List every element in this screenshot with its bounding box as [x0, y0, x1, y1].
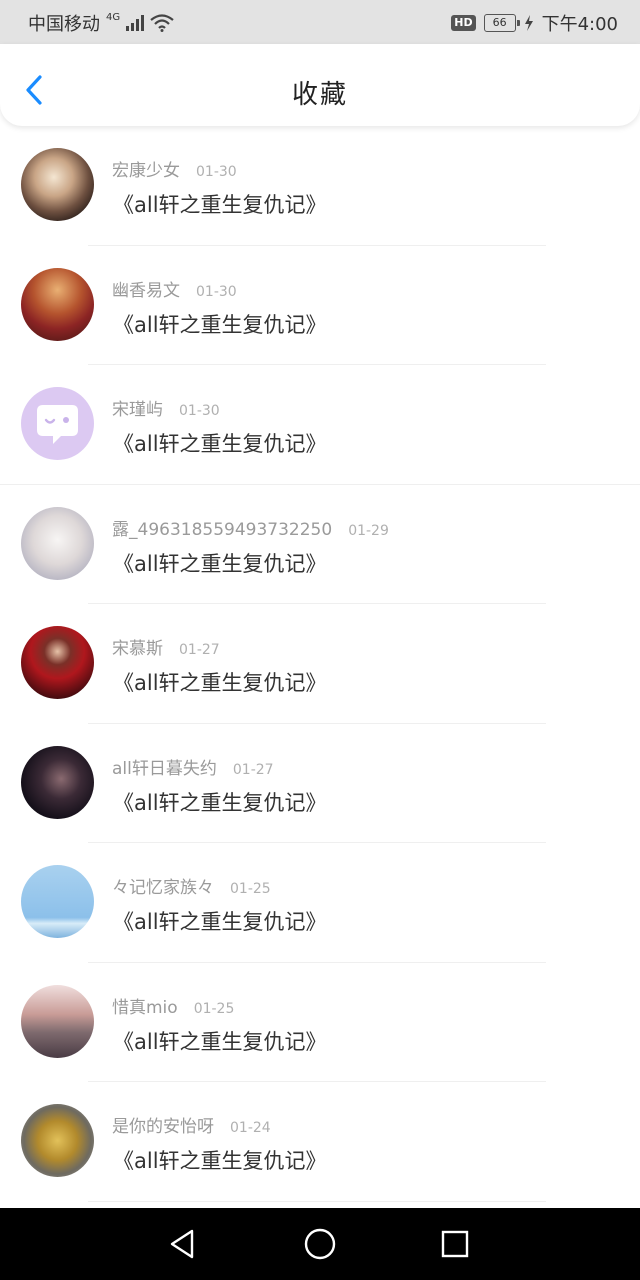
- avatar[interactable]: [21, 387, 94, 460]
- date-label: 01-27: [232, 761, 274, 778]
- book-title-link[interactable]: 《all轩之重生复仇记》: [113, 309, 327, 339]
- chat-bubble-icon: [37, 405, 78, 444]
- book-title-link[interactable]: 《all轩之重生复仇记》: [113, 787, 327, 817]
- avatar[interactable]: [21, 745, 94, 819]
- header: 收藏: [0, 44, 640, 126]
- list-item[interactable]: 宋瑾屿 01-30 《all轩之重生复仇记》: [0, 365, 640, 485]
- book-title-link[interactable]: 《all轩之重生复仇记》: [113, 1145, 327, 1175]
- username[interactable]: 宏康少女: [112, 161, 180, 181]
- username[interactable]: 露_496318559493732250: [112, 520, 332, 540]
- list-item[interactable]: 宋慕斯 01-27 《all轩之重生复仇记》: [0, 604, 640, 724]
- username[interactable]: 幽香易文: [112, 281, 180, 301]
- hd-badge: HD: [451, 15, 476, 31]
- favorites-list: 宏康少女 01-30 《all轩之重生复仇记》 幽香易文 01-30 《all轩之重…: [0, 126, 640, 1202]
- list-item[interactable]: 是你的安怡呀 01-24 《all轩之重生复仇记》: [0, 1082, 640, 1202]
- avatar[interactable]: [21, 626, 94, 699]
- home-circle-icon[interactable]: [302, 1226, 338, 1262]
- date-label: 01-30: [196, 283, 237, 300]
- avatar[interactable]: [21, 1104, 94, 1177]
- username[interactable]: 宋瑾屿: [112, 400, 163, 420]
- signal-icon: [126, 15, 145, 31]
- book-title-link[interactable]: 《all轩之重生复仇记》: [113, 906, 327, 936]
- date-label: 01-25: [230, 881, 271, 897]
- charging-icon: [524, 15, 533, 31]
- date-label: 01-27: [179, 642, 220, 658]
- clock: 下午4:00: [541, 14, 618, 35]
- date-label: 01-24: [230, 1120, 271, 1136]
- carrier-label: 中国移动: [28, 14, 100, 35]
- date-label: 01-29: [348, 522, 389, 539]
- system-nav-bar: [0, 1208, 640, 1280]
- book-title-link[interactable]: 《all轩之重生复仇记》: [113, 548, 327, 578]
- book-title-link[interactable]: 《all轩之重生复仇记》: [113, 428, 327, 458]
- username[interactable]: all轩日暮失约: [112, 759, 217, 779]
- list-item[interactable]: 幽香易文 01-30 《all轩之重生复仇记》: [0, 246, 640, 365]
- avatar[interactable]: [21, 865, 94, 938]
- list-item[interactable]: 々记忆家族々 01-25 《all轩之重生复仇记》: [0, 843, 640, 963]
- recent-apps-icon[interactable]: [437, 1226, 473, 1262]
- wifi-icon: [150, 14, 174, 32]
- list-item[interactable]: 露_496318559493732250 01-29 《all轩之重生复仇记》: [0, 485, 640, 604]
- page-title: 收藏: [291, 80, 348, 110]
- book-title-link[interactable]: 《all轩之重生复仇记》: [113, 1026, 327, 1056]
- list-item[interactable]: 宏康少女 01-30 《all轩之重生复仇记》: [0, 126, 640, 246]
- status-bar: 中国移动 4G HD 66 下午4:00: [0, 0, 640, 44]
- list-item[interactable]: 惜真mio 01-25 《all轩之重生复仇记》: [0, 963, 640, 1082]
- username[interactable]: 々记忆家族々: [112, 878, 214, 898]
- date-label: 01-30: [196, 164, 237, 180]
- avatar[interactable]: [21, 984, 94, 1058]
- battery-icon: 66: [483, 14, 520, 32]
- date-label: 01-30: [179, 403, 220, 419]
- book-title-link[interactable]: 《all轩之重生复仇记》: [113, 667, 327, 697]
- username[interactable]: 是你的安怡呀: [112, 1117, 214, 1137]
- username[interactable]: 惜真mio: [112, 998, 178, 1018]
- username[interactable]: 宋慕斯: [112, 639, 163, 659]
- book-title-link[interactable]: 《all轩之重生复仇记》: [113, 189, 327, 219]
- avatar[interactable]: [21, 148, 94, 221]
- divider: [88, 1200, 546, 1202]
- date-label: 01-25: [193, 1000, 235, 1017]
- network-type-label: 4G: [106, 11, 121, 23]
- list-item[interactable]: all轩日暮失约 01-27 《all轩之重生复仇记》: [0, 724, 640, 843]
- avatar[interactable]: [21, 267, 94, 341]
- back-triangle-icon[interactable]: [165, 1226, 201, 1262]
- avatar[interactable]: [21, 506, 94, 580]
